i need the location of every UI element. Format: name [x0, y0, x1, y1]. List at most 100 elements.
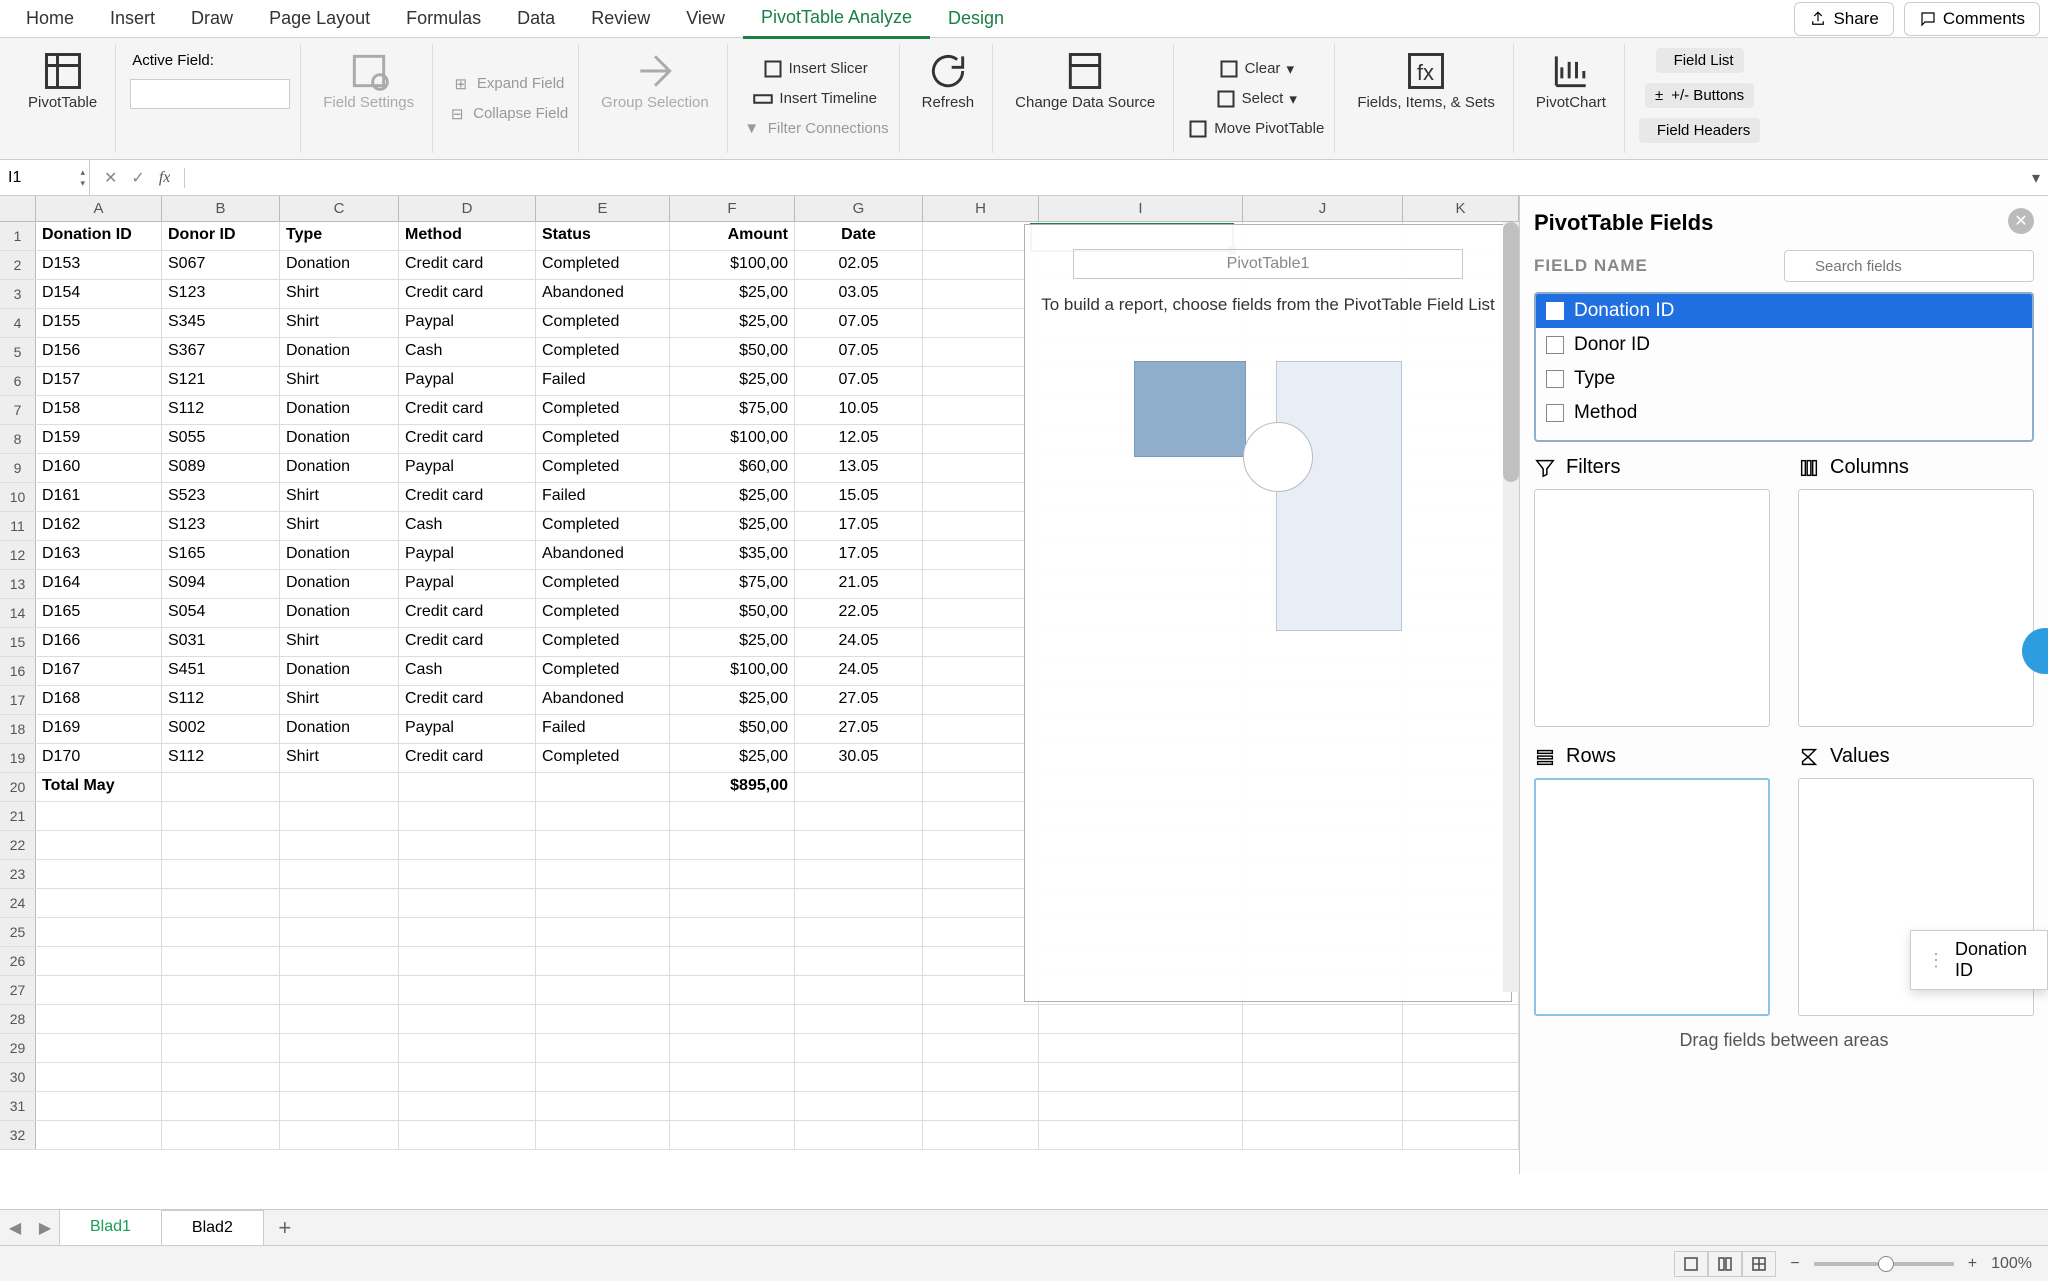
cell[interactable]	[923, 744, 1039, 772]
tab-home[interactable]: Home	[8, 0, 92, 37]
row-header[interactable]: 27	[0, 976, 36, 1004]
cell[interactable]: $25,00	[670, 483, 795, 511]
cell[interactable]: Completed	[536, 309, 670, 337]
cell[interactable]: 03.05	[795, 280, 923, 308]
cell[interactable]: Credit card	[399, 744, 536, 772]
cell[interactable]	[36, 831, 162, 859]
cell[interactable]: D161	[36, 483, 162, 511]
cell[interactable]: Failed	[536, 715, 670, 743]
cell[interactable]: Donation	[280, 338, 399, 366]
tab-formulas[interactable]: Formulas	[388, 0, 499, 37]
row-header[interactable]: 5	[0, 338, 36, 366]
cell[interactable]: Completed	[536, 454, 670, 482]
select-button[interactable]: Select ▾	[1216, 86, 1297, 112]
pivotchart-button[interactable]: PivotChart	[1528, 48, 1614, 115]
cell[interactable]	[536, 889, 670, 917]
cell[interactable]	[670, 802, 795, 830]
cell[interactable]: Credit card	[399, 483, 536, 511]
tab-view[interactable]: View	[668, 0, 743, 37]
cell[interactable]	[1039, 1092, 1243, 1120]
cell[interactable]	[923, 512, 1039, 540]
cell[interactable]: Donation	[280, 251, 399, 279]
cell[interactable]: Donation	[280, 715, 399, 743]
cell[interactable]	[795, 1005, 923, 1033]
cell[interactable]	[923, 338, 1039, 366]
cell[interactable]: $895,00	[670, 773, 795, 801]
name-box[interactable]: I1 ▴▾	[0, 160, 90, 196]
cell[interactable]	[536, 1063, 670, 1091]
row-header[interactable]: 12	[0, 541, 36, 569]
insert-slicer-button[interactable]: Insert Slicer	[763, 56, 868, 82]
cell[interactable]	[1243, 1063, 1403, 1091]
row-header[interactable]: 15	[0, 628, 36, 656]
cell[interactable]: Donation ID	[36, 222, 162, 250]
cell[interactable]	[162, 860, 280, 888]
cell[interactable]	[280, 831, 399, 859]
field-headers-toggle[interactable]: Field Headers	[1639, 118, 1760, 143]
cell[interactable]: S367	[162, 338, 280, 366]
cell[interactable]	[795, 860, 923, 888]
cell[interactable]	[670, 947, 795, 975]
cell[interactable]: Shirt	[280, 483, 399, 511]
cell[interactable]	[923, 251, 1039, 279]
cell[interactable]	[162, 802, 280, 830]
cell[interactable]: Shirt	[280, 367, 399, 395]
cell[interactable]: $25,00	[670, 686, 795, 714]
accept-formula-icon[interactable]: ✓	[131, 168, 144, 188]
cell[interactable]	[536, 802, 670, 830]
cell[interactable]: Shirt	[280, 512, 399, 540]
cell[interactable]	[1403, 1092, 1519, 1120]
cell[interactable]: $100,00	[670, 425, 795, 453]
cell[interactable]: 17.05	[795, 541, 923, 569]
cell[interactable]	[162, 1034, 280, 1062]
cell[interactable]	[923, 831, 1039, 859]
cell[interactable]	[670, 831, 795, 859]
cell[interactable]: Credit card	[399, 686, 536, 714]
cell[interactable]	[1403, 1034, 1519, 1062]
cell[interactable]: $25,00	[670, 309, 795, 337]
cell[interactable]	[536, 1121, 670, 1149]
row-header[interactable]: 17	[0, 686, 36, 714]
cell[interactable]: $35,00	[670, 541, 795, 569]
cell[interactable]: $75,00	[670, 396, 795, 424]
cell[interactable]: Total May	[36, 773, 162, 801]
vertical-scrollbar[interactable]	[1503, 222, 1519, 992]
cell[interactable]	[923, 686, 1039, 714]
name-box-spinner[interactable]: ▴▾	[80, 167, 85, 189]
cell[interactable]: Completed	[536, 599, 670, 627]
cell[interactable]: S094	[162, 570, 280, 598]
cell[interactable]	[923, 773, 1039, 801]
tab-page-layout[interactable]: Page Layout	[251, 0, 388, 37]
cell[interactable]	[795, 1034, 923, 1062]
cell[interactable]	[923, 918, 1039, 946]
comments-button[interactable]: Comments	[1904, 2, 2040, 36]
view-page-break-button[interactable]	[1742, 1251, 1776, 1277]
cell[interactable]	[536, 1034, 670, 1062]
col-header-g[interactable]: G	[795, 196, 923, 221]
cell[interactable]: Donation	[280, 541, 399, 569]
cell[interactable]	[923, 541, 1039, 569]
cell[interactable]: 21.05	[795, 570, 923, 598]
share-button[interactable]: Share	[1794, 2, 1893, 36]
cell[interactable]	[1039, 1063, 1243, 1091]
spreadsheet-grid[interactable]: A B C D E F G H I J K 1Donation IDDonor …	[0, 196, 1520, 1174]
cell[interactable]: S031	[162, 628, 280, 656]
cell[interactable]	[162, 976, 280, 1004]
cell[interactable]: Donation	[280, 454, 399, 482]
columns-dropzone[interactable]	[1798, 489, 2034, 727]
row-header[interactable]: 28	[0, 1005, 36, 1033]
cell[interactable]	[923, 483, 1039, 511]
refresh-button[interactable]: Refresh	[914, 48, 983, 115]
cell[interactable]	[795, 1092, 923, 1120]
cell[interactable]	[795, 831, 923, 859]
cell[interactable]	[162, 773, 280, 801]
cell[interactable]	[1039, 1005, 1243, 1033]
cell[interactable]: Status	[536, 222, 670, 250]
cell[interactable]: D165	[36, 599, 162, 627]
cell[interactable]	[670, 1005, 795, 1033]
cell[interactable]	[795, 1121, 923, 1149]
next-sheet-button[interactable]: ▶	[30, 1218, 60, 1238]
cell[interactable]	[923, 367, 1039, 395]
row-header[interactable]: 20	[0, 773, 36, 801]
cell[interactable]: Paypal	[399, 541, 536, 569]
